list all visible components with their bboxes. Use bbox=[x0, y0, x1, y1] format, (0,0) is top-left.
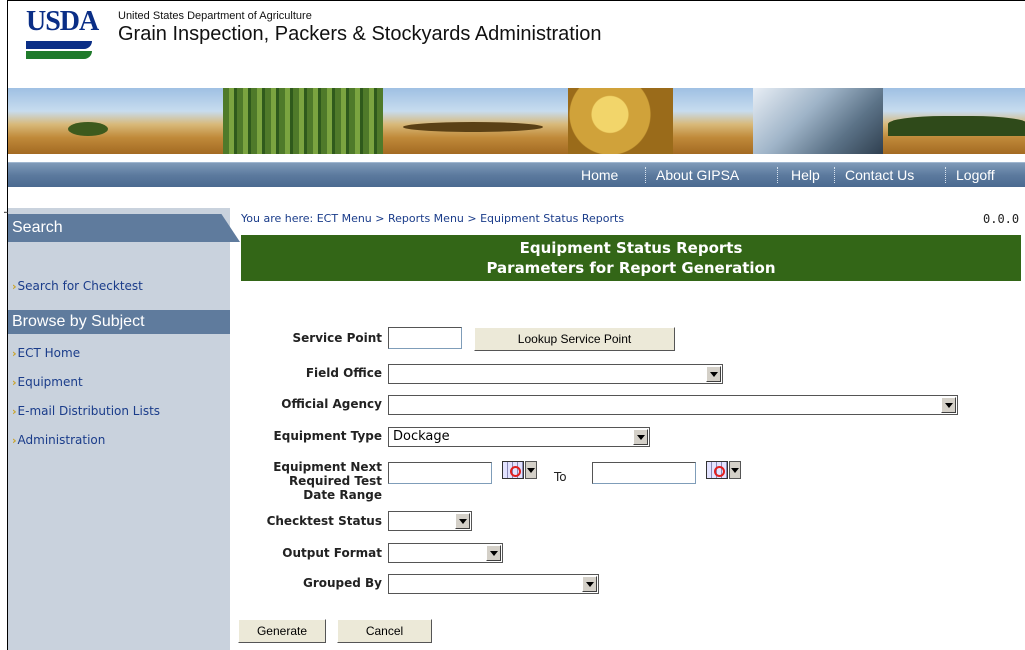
chevron-down-icon bbox=[525, 461, 537, 479]
version-number: 0.0.0 bbox=[983, 212, 1020, 226]
resize-handle: ··· bbox=[3, 208, 8, 219]
banner-trees bbox=[888, 116, 1025, 136]
sidebar-link-label: Administration bbox=[17, 433, 106, 447]
logo-swoosh-green bbox=[26, 51, 92, 59]
nav-logoff[interactable]: Logoff bbox=[956, 163, 995, 187]
chevron-down-icon[interactable] bbox=[455, 513, 470, 529]
date-range-label-line: Required Test bbox=[288, 474, 382, 488]
to-label: To bbox=[554, 470, 567, 484]
department-name: United States Department of Agriculture bbox=[118, 10, 312, 22]
calendar-icon bbox=[706, 461, 728, 479]
banner-chicks-photo bbox=[568, 88, 673, 154]
field-office-label: Field Office bbox=[305, 366, 382, 380]
breadcrumb: You are here: ECT Menu > Reports Menu > … bbox=[241, 212, 625, 225]
date-from-calendar-button[interactable] bbox=[502, 461, 540, 481]
nav-contact-us[interactable]: Contact Us bbox=[845, 163, 914, 187]
usda-logo[interactable]: USDA bbox=[26, 7, 104, 75]
calendar-icon bbox=[502, 461, 524, 479]
sidebar-link-administration[interactable]: ›Administration bbox=[12, 433, 105, 447]
equipment-type-select[interactable]: Dockage bbox=[388, 427, 650, 447]
grouped-by-label: Grouped By bbox=[302, 576, 382, 590]
arrow-bullet-icon: › bbox=[12, 280, 17, 293]
date-to-calendar-button[interactable] bbox=[706, 461, 744, 481]
logo-swoosh-blue bbox=[26, 41, 92, 49]
sidebar-link-search-for-checktest[interactable]: ›Search for Checktest bbox=[12, 279, 143, 293]
top-navigation: Home About GIPSA Help Contact Us Logoff bbox=[8, 162, 1025, 187]
date-to-input[interactable] bbox=[592, 462, 696, 484]
equipment-type-value: Dockage bbox=[393, 429, 450, 444]
service-point-label: Service Point bbox=[292, 331, 383, 345]
arrow-bullet-icon: › bbox=[12, 405, 17, 418]
banner-treeline bbox=[403, 122, 543, 132]
agency-name: Grain Inspection, Packers & Stockyards A… bbox=[118, 23, 602, 45]
site-header: USDA United States Department of Agricul… bbox=[8, 1, 1025, 87]
sidebar-link-label: E-mail Distribution Lists bbox=[17, 404, 161, 418]
arrow-bullet-icon: › bbox=[12, 376, 17, 389]
nav-separator bbox=[834, 167, 835, 183]
chevron-down-icon bbox=[729, 461, 741, 479]
nav-separator bbox=[777, 167, 778, 183]
page-title: Equipment Status Reports bbox=[519, 239, 743, 257]
date-from-input[interactable] bbox=[388, 462, 492, 484]
sidebar bbox=[8, 208, 230, 650]
checktest-status-select[interactable] bbox=[388, 511, 472, 531]
date-range-label-line: Date Range bbox=[303, 488, 382, 502]
cancel-button[interactable]: Cancel bbox=[337, 619, 432, 643]
field-office-select[interactable] bbox=[388, 364, 723, 384]
nav-about-gipsa[interactable]: About GIPSA bbox=[656, 163, 739, 187]
sidebar-browse-heading: Browse by Subject bbox=[8, 310, 230, 334]
sidebar-search-heading: Search bbox=[8, 214, 240, 242]
official-agency-select[interactable] bbox=[388, 395, 958, 415]
banner-corn-photo bbox=[223, 88, 383, 154]
nav-separator bbox=[945, 167, 946, 183]
chevron-down-icon[interactable] bbox=[706, 366, 721, 382]
chevron-down-icon[interactable] bbox=[941, 397, 956, 413]
equipment-type-label: Equipment Type bbox=[273, 429, 382, 443]
banner-tree bbox=[68, 122, 108, 136]
date-range-label: Equipment Next Required Test Date Range bbox=[240, 460, 382, 502]
page-title-bar: Equipment Status Reports Parameters for … bbox=[241, 235, 1021, 281]
lookup-service-point-button[interactable]: Lookup Service Point bbox=[474, 327, 675, 351]
service-point-input[interactable] bbox=[388, 327, 462, 349]
chevron-down-icon[interactable] bbox=[633, 429, 648, 445]
checktest-status-label: Checktest Status bbox=[266, 514, 382, 528]
banner-lab-photo bbox=[753, 88, 883, 154]
arrow-bullet-icon: › bbox=[12, 434, 17, 447]
usda-logo-text: USDA bbox=[26, 6, 99, 37]
sidebar-link-label: Equipment bbox=[17, 375, 83, 389]
grouped-by-select[interactable] bbox=[388, 574, 599, 594]
generate-button[interactable]: Generate bbox=[238, 619, 326, 643]
sidebar-link-email-distribution-lists[interactable]: ›E-mail Distribution Lists bbox=[12, 404, 160, 418]
chevron-down-icon[interactable] bbox=[582, 576, 597, 592]
page-subtitle: Parameters for Report Generation bbox=[486, 259, 776, 277]
date-range-label-line: Equipment Next bbox=[273, 460, 382, 474]
output-format-select[interactable] bbox=[388, 543, 503, 563]
sidebar-link-equipment[interactable]: ›Equipment bbox=[12, 375, 83, 389]
official-agency-label: Official Agency bbox=[281, 397, 382, 411]
nav-home[interactable]: Home bbox=[581, 163, 618, 187]
header-banner-image bbox=[8, 88, 1025, 154]
sidebar-link-label: ECT Home bbox=[17, 346, 81, 360]
chevron-down-icon[interactable] bbox=[486, 545, 501, 561]
sidebar-link-ect-home[interactable]: ›ECT Home bbox=[12, 346, 80, 360]
nav-separator bbox=[645, 167, 646, 183]
arrow-bullet-icon: › bbox=[12, 347, 17, 360]
output-format-label: Output Format bbox=[282, 546, 382, 560]
sidebar-link-label: Search for Checktest bbox=[17, 279, 143, 293]
nav-help[interactable]: Help bbox=[791, 163, 820, 187]
